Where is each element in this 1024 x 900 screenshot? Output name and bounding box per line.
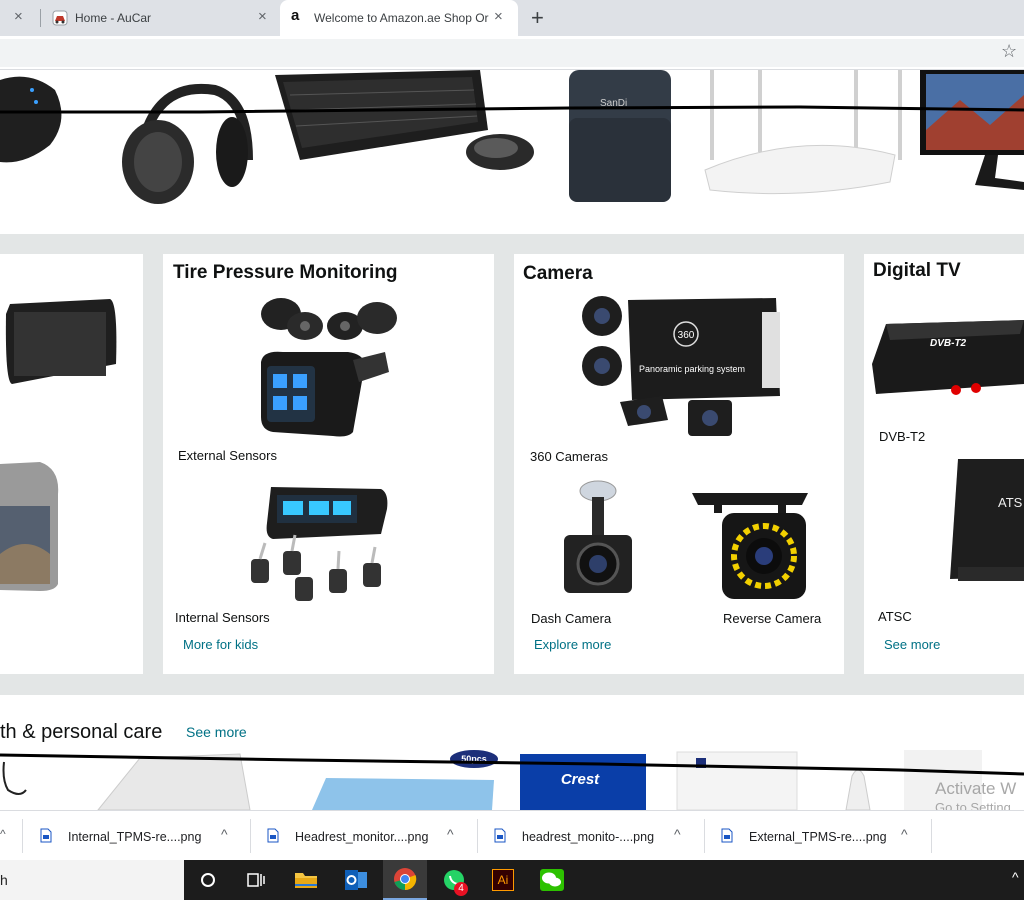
- taskbar-search-box[interactable]: h: [0, 860, 184, 900]
- close-icon[interactable]: ×: [494, 8, 503, 25]
- file-icon: [267, 828, 279, 843]
- browser-tab-strip: × Home - AuCar × a Welcome to Amazon.ae …: [0, 0, 1024, 36]
- chevron-up-icon[interactable]: ^: [0, 827, 6, 841]
- chevron-up-icon[interactable]: ^: [447, 826, 454, 842]
- close-icon[interactable]: ×: [14, 8, 23, 25]
- file-icon: [40, 828, 52, 843]
- card-title: Tire Pressure Monitoring: [173, 262, 398, 283]
- health-personal-care-section: th & personal care See more 50pcs Crest …: [0, 695, 1024, 810]
- task-view-button[interactable]: [234, 860, 278, 900]
- outlook-icon: [345, 870, 367, 890]
- atsc-box-text: ATS: [998, 495, 1023, 510]
- download-separator: [931, 819, 932, 853]
- cortana-button[interactable]: [186, 860, 230, 900]
- download-bar: ^ Internal_TPMS-re....png ^ Headrest_mon…: [0, 810, 1024, 860]
- download-file-name: Internal_TPMS-re....png: [68, 830, 202, 844]
- external-sensors-image[interactable]: [253, 292, 403, 442]
- item-label-reverse-camera[interactable]: Reverse Camera: [723, 611, 821, 626]
- 360-cameras-image[interactable]: 360 Panoramic parking system: [576, 292, 786, 442]
- task-view-icon: [247, 873, 265, 887]
- item-label-external-sensors[interactable]: External Sensors: [178, 448, 277, 463]
- more-for-kids-link[interactable]: More for kids: [183, 637, 258, 652]
- card-digital-tv[interactable]: Digital TV DVB-T2 DVB-T2 ATS ATSC See mo…: [864, 254, 1024, 674]
- windows-taskbar: h 4 Ai ^: [0, 860, 1024, 900]
- tab-title: Home - AuCar: [75, 11, 152, 25]
- chevron-up-icon[interactable]: ^: [1012, 869, 1019, 885]
- illustrator-button[interactable]: Ai: [481, 860, 525, 900]
- outlook-button[interactable]: [334, 860, 378, 900]
- download-separator: [22, 819, 23, 853]
- headrest-monitor-image: [0, 299, 117, 591]
- parking-box-badge: 360: [678, 330, 695, 341]
- atsc-image[interactable]: ATS: [946, 459, 1024, 589]
- activate-windows-subtext: Go to Setting: [935, 800, 1011, 810]
- tab-amazon[interactable]: a Welcome to Amazon.ae Shop Or ×: [280, 0, 518, 36]
- file-icon: [494, 828, 506, 843]
- tab-home-aucar[interactable]: Home - AuCar ×: [42, 0, 278, 36]
- wechat-icon: [540, 869, 564, 891]
- card-headrest-monitor[interactable]: [0, 254, 143, 674]
- cortana-circle-icon: [201, 873, 215, 887]
- item-label-dvb-t2[interactable]: DVB-T2: [879, 429, 925, 444]
- chevron-up-icon[interactable]: ^: [901, 826, 908, 842]
- card-title: Camera: [523, 263, 593, 284]
- wechat-button[interactable]: [530, 860, 574, 900]
- folder-icon: [295, 873, 317, 888]
- file-icon: [721, 828, 733, 843]
- chevron-up-icon[interactable]: ^: [221, 826, 228, 842]
- aucar-favicon-icon: [52, 10, 68, 26]
- download-item[interactable]: Headrest_monitor....png ^: [251, 811, 477, 861]
- browser-toolbar: ☆: [0, 36, 1024, 70]
- section-title: th & personal care: [0, 721, 163, 743]
- download-file-name: External_TPMS-re....png: [749, 830, 887, 844]
- see-more-link[interactable]: See more: [884, 637, 940, 652]
- amazon-page: SanDi Tire Pressure Monitoring External …: [0, 70, 1024, 810]
- tab-title: Welcome to Amazon.ae Shop Or: [314, 11, 489, 25]
- reverse-camera-image[interactable]: [688, 487, 812, 602]
- illustrator-icon: Ai: [492, 869, 514, 891]
- card-title: Digital TV: [873, 260, 961, 281]
- bookmark-star-icon[interactable]: ☆: [1001, 41, 1017, 62]
- item-label-atsc[interactable]: ATSC: [878, 609, 912, 624]
- file-explorer-button[interactable]: [284, 860, 328, 900]
- internal-sensors-image[interactable]: [243, 479, 403, 609]
- health-products-image: 50pcs Crest: [0, 750, 1024, 810]
- whatsapp-button[interactable]: 4: [432, 860, 476, 900]
- download-item[interactable]: Internal_TPMS-re....png ^: [24, 811, 250, 861]
- close-icon[interactable]: ×: [258, 8, 267, 25]
- download-item[interactable]: External_TPMS-re....png ^: [705, 811, 931, 861]
- crest-brand-text: Crest: [561, 771, 600, 788]
- address-bar[interactable]: [0, 39, 1024, 67]
- banner-products-image: SanDi: [0, 70, 1024, 204]
- hero-banner[interactable]: SanDi: [0, 70, 1024, 234]
- dvb-t2-image[interactable]: DVB-T2: [870, 314, 1024, 414]
- tab-separator: [40, 9, 41, 27]
- dash-camera-image[interactable]: [558, 479, 638, 597]
- explore-more-link[interactable]: Explore more: [534, 637, 611, 652]
- download-item[interactable]: headrest_monito-....png ^: [478, 811, 704, 861]
- parking-box-text: Panoramic parking system: [639, 364, 745, 374]
- download-file-name: headrest_monito-....png: [522, 830, 655, 844]
- item-label-360-cameras[interactable]: 360 Cameras: [530, 449, 608, 464]
- health-see-more-link[interactable]: See more: [186, 724, 247, 740]
- activate-windows-watermark: Activate W: [935, 779, 1017, 798]
- dvb-box-text: DVB-T2: [930, 338, 967, 349]
- amazon-favicon-icon: a: [291, 7, 300, 24]
- item-label-dash-camera[interactable]: Dash Camera: [531, 611, 611, 626]
- chrome-icon: [394, 868, 417, 891]
- item-label-internal-sensors[interactable]: Internal Sensors: [175, 610, 270, 625]
- taskbar-search-text: h: [0, 872, 8, 888]
- whatsapp-notification-badge: 4: [454, 882, 468, 896]
- card-camera[interactable]: Camera 360 Panoramic parking system 360 …: [514, 254, 844, 674]
- new-tab-button[interactable]: +: [531, 5, 544, 31]
- chevron-up-icon[interactable]: ^: [674, 826, 681, 842]
- chrome-button[interactable]: [383, 860, 427, 900]
- card-tire-pressure[interactable]: Tire Pressure Monitoring External Sensor…: [163, 254, 494, 674]
- download-file-name: Headrest_monitor....png: [295, 830, 429, 844]
